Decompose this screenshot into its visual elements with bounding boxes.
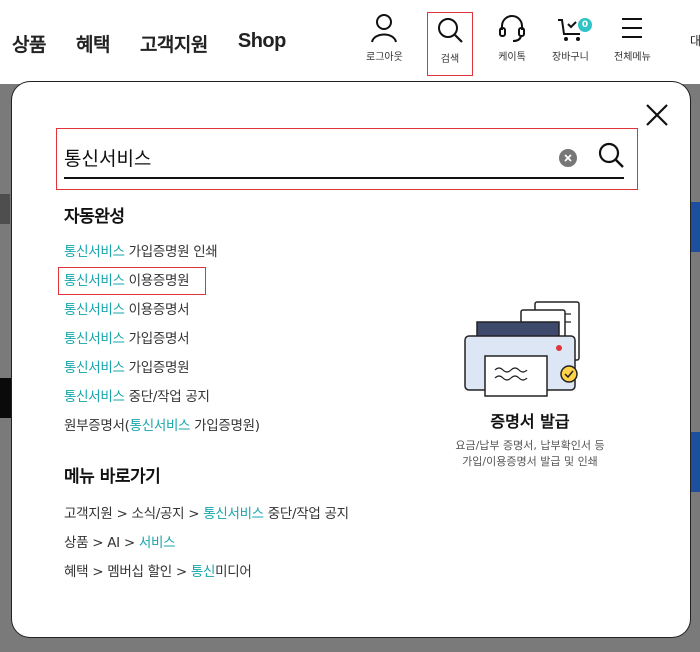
all-menu-button[interactable]: 전체메뉴 <box>614 12 651 72</box>
clear-icon <box>564 154 572 162</box>
item-highlight: 통신 <box>190 564 216 580</box>
printer-document-icon <box>464 301 580 397</box>
promo-title: 증명서 발급 <box>490 412 570 431</box>
list-item[interactable]: 고객지원 > 소식/공지 > 통신서비스 중단/작업 공지 <box>64 504 349 533</box>
menu-icon <box>622 18 643 38</box>
item-suffix: 중단/작업 공지 <box>263 506 349 522</box>
item-suffix: 가입증명원) <box>190 418 260 434</box>
logout-button[interactable]: 로그아웃 <box>366 12 403 72</box>
list-item[interactable]: 통신서비스 이용증명원 <box>58 267 260 300</box>
list-item[interactable]: 혜택 > 멤버십 할인 > 통신미디어 <box>64 562 349 591</box>
cart-count-badge: 0 <box>578 18 592 32</box>
person-icon <box>371 14 398 43</box>
bg-blue-block <box>690 202 700 252</box>
nav-products[interactable]: 상품 <box>12 30 46 57</box>
item-highlight: 통신서비스 <box>64 389 125 405</box>
item-suffix: 이용증명서 <box>124 302 190 318</box>
item-suffix: 가입증명서 <box>124 331 190 347</box>
main-nav: 상품 혜택 고객지원 Shop <box>12 30 286 57</box>
item-highlight: 통신서비스 <box>129 418 191 434</box>
menu-shortcut-list: 고객지원 > 소식/공지 > 통신서비스 중단/작업 공지 상품 > AI > 서… <box>64 504 349 591</box>
search-toggle-button[interactable]: 검색 <box>427 12 473 76</box>
bg-dark-block <box>0 378 12 418</box>
search-submit-icon[interactable] <box>597 141 625 169</box>
item-highlight: 통신서비스 <box>64 244 125 260</box>
search-field-wrapper <box>56 128 638 190</box>
item-prefix: 상품 > AI > <box>64 535 139 551</box>
autocomplete-list: 통신서비스 가입증명원 인쇄 통신서비스 이용증명원 통신서비스 이용증명서 통신서비… <box>58 242 260 445</box>
menu-shortcut-title: 메뉴 바로가기 <box>64 467 161 487</box>
cart-label: 장바구니 <box>552 52 589 63</box>
item-prefix: 고객지원 > 소식/공지 > <box>64 506 204 522</box>
item-suffix: 중단/작업 공지 <box>124 389 210 405</box>
nav-benefits[interactable]: 혜택 <box>76 30 110 57</box>
list-item[interactable]: 통신서비스 가입증명원 <box>64 358 260 387</box>
item-highlight: 통신서비스 <box>64 360 125 376</box>
bg-fragment <box>0 194 10 224</box>
item-suffix: 가입증명원 인쇄 <box>124 244 218 260</box>
promo-description: 요금/납부 증명서, 납부확인서 등 가입/이용증명서 발급 및 인쇄 <box>440 438 620 470</box>
bg-blue-block <box>690 432 700 492</box>
search-input[interactable] <box>64 137 624 179</box>
list-item[interactable]: 원부증명서(통신서비스 가입증명원) <box>64 416 260 445</box>
search-modal: 자동완성 통신서비스 가입증명원 인쇄통신서비스 이용증명원통신서비스 이용증명… <box>12 82 690 637</box>
certificate-promo[interactable]: 증명서 발급 요금/납부 증명서, 납부확인서 등 가입/이용증명서 발급 및 … <box>440 300 620 470</box>
ktalk-label: 케이톡 <box>498 52 526 63</box>
nav-support[interactable]: 고객지원 <box>140 30 208 57</box>
headset-icon <box>499 15 525 42</box>
promo-desc-line-2: 가입/이용증명서 발급 및 인쇄 <box>462 455 598 468</box>
item-prefix: 혜택 > 멤버십 할인 > <box>64 564 191 580</box>
list-item[interactable]: 상품 > AI > 서비스 <box>64 533 349 562</box>
item-suffix: 미디어 <box>215 564 252 580</box>
item-prefix: 원부증명서( <box>64 418 130 434</box>
autocomplete-title: 자동완성 <box>64 207 125 227</box>
clear-search-button[interactable] <box>559 149 577 167</box>
header-cut-text: 대 <box>690 34 700 48</box>
cart-button[interactable]: 0 장바구니 <box>552 12 592 72</box>
logout-label: 로그아웃 <box>366 52 403 63</box>
item-highlight: 통신서비스 <box>64 331 125 347</box>
item-highlight: 통신서비스 <box>64 302 125 318</box>
ktalk-button[interactable]: 케이톡 <box>496 12 528 72</box>
item-highlight: 서비스 <box>138 535 176 551</box>
list-item[interactable]: 통신서비스 가입증명서 <box>64 329 260 358</box>
nav-shop[interactable]: Shop <box>238 30 287 57</box>
item-suffix: 이용증명원 <box>124 273 190 289</box>
all-menu-label: 전체메뉴 <box>614 52 651 63</box>
site-header: 상품 혜택 고객지원 Shop 로그아웃 검색 케이톡 0 장바구니 전체메뉴 … <box>0 0 700 84</box>
search-icon <box>438 18 463 43</box>
item-suffix: 가입증명원 <box>124 360 190 376</box>
search-label: 검색 <box>440 54 460 65</box>
item-highlight: 통신서비스 <box>203 506 264 522</box>
list-item[interactable]: 통신서비스 중단/작업 공지 <box>64 387 260 416</box>
item-highlight: 통신서비스 <box>64 273 125 289</box>
close-icon[interactable] <box>644 102 670 128</box>
list-item[interactable]: 통신서비스 이용증명서 <box>64 300 260 329</box>
promo-desc-line-1: 요금/납부 증명서, 납부확인서 등 <box>455 439 605 452</box>
